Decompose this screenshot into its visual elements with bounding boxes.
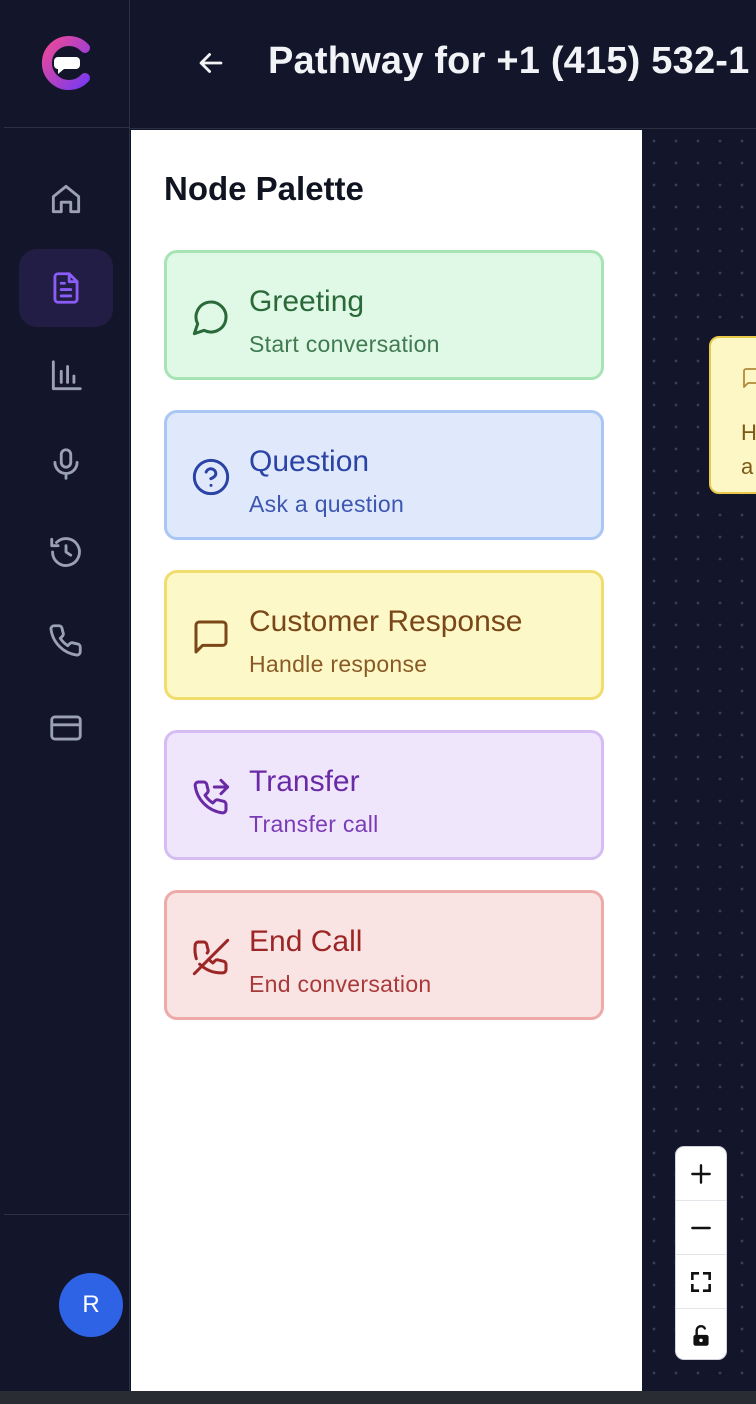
history-icon	[50, 537, 81, 567]
node-description: Start conversation	[249, 331, 440, 357]
palette-title: Node Palette	[164, 170, 364, 207]
node-palette: Node Palette Greeting Start conversation…	[131, 130, 642, 1391]
node-name: Greeting	[249, 285, 365, 318]
minus-icon	[691, 1226, 711, 1229]
node-name: Question	[249, 445, 370, 478]
sidebar-item-home[interactable]	[19, 160, 113, 238]
avatar[interactable]: R	[59, 1273, 123, 1337]
logo-area	[4, 0, 129, 128]
sidebar-item-pathways[interactable]	[19, 249, 113, 327]
avatar-initial: R	[82, 1291, 100, 1318]
sidebar-item-voices[interactable]	[19, 425, 113, 503]
palette-node-transfer[interactable]: Transfer Transfer call	[164, 730, 604, 860]
node-description: Transfer call	[249, 811, 379, 837]
flow-node-text: H a	[741, 416, 756, 484]
flow-node-text-line: a	[741, 454, 754, 479]
node-name: Transfer	[249, 765, 360, 798]
document-icon	[53, 272, 79, 304]
fit-view-button[interactable]	[676, 1255, 726, 1309]
palette-node-end-call[interactable]: End Call End conversation	[164, 890, 604, 1020]
brand-logo-icon[interactable]	[38, 34, 96, 92]
fullscreen-icon	[691, 1271, 711, 1292]
header: Pathway for +1 (415) 532-1	[130, 0, 756, 129]
flow-canvas[interactable]: H a	[643, 130, 756, 1391]
flow-node-text-line: H	[741, 420, 756, 445]
node-description: Ask a question	[249, 491, 405, 517]
message-circle-icon	[192, 300, 228, 336]
plus-icon	[691, 1163, 711, 1184]
microphone-icon	[53, 448, 79, 480]
message-square-icon	[743, 368, 756, 388]
phone-icon	[49, 624, 82, 657]
flow-node-customer-response[interactable]: H a	[709, 336, 756, 494]
sidebar-item-analytics[interactable]	[19, 337, 113, 415]
palette-node-customer-response[interactable]: Customer Response Handle response	[164, 570, 604, 700]
sidebar: R	[4, 0, 130, 1391]
zoom-out-button[interactable]	[676, 1201, 726, 1255]
phone-forwarded-icon	[193, 778, 230, 815]
bar-chart-icon	[51, 360, 82, 391]
phone-off-icon	[192, 938, 230, 976]
unlock-icon	[693, 1324, 709, 1346]
sidebar-item-history[interactable]	[19, 513, 113, 591]
sidebar-item-calls[interactable]	[19, 601, 113, 679]
sidebar-footer: R	[4, 1214, 129, 1391]
page-title: Pathway for +1 (415) 532-1	[268, 40, 750, 82]
lock-toggle-button[interactable]	[676, 1309, 726, 1359]
home-icon	[51, 184, 81, 214]
node-name: Customer Response	[249, 605, 523, 638]
app-window: R Pathway for +1 (415) 532-1 Node Palett…	[0, 0, 756, 1391]
back-arrow-icon[interactable]	[194, 46, 228, 80]
zoom-in-button[interactable]	[676, 1147, 726, 1201]
node-name: End Call	[249, 925, 363, 958]
palette-node-greeting[interactable]: Greeting Start conversation	[164, 250, 604, 380]
node-description: Handle response	[249, 651, 428, 677]
palette-node-question[interactable]: Question Ask a question	[164, 410, 604, 540]
credit-card-icon	[50, 715, 82, 741]
sidebar-item-billing[interactable]	[19, 689, 113, 767]
message-square-icon	[194, 620, 228, 654]
node-description: End conversation	[249, 971, 432, 997]
zoom-controls	[675, 1146, 727, 1360]
help-circle-icon	[192, 458, 230, 496]
